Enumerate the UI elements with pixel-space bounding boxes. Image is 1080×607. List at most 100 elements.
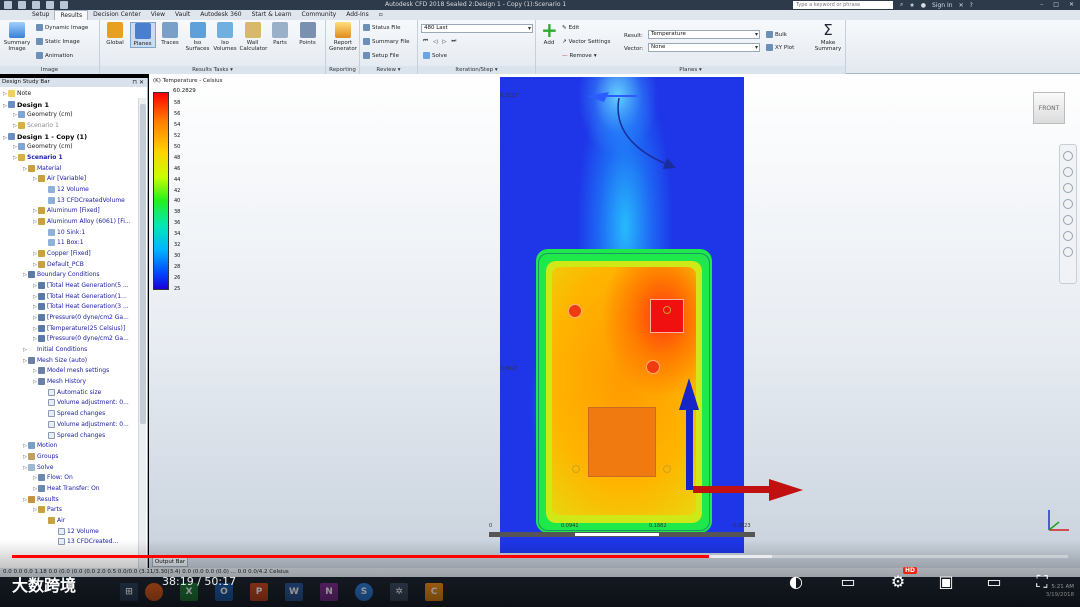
tab-results[interactable]: Results	[54, 10, 89, 20]
pan-icon[interactable]	[1063, 167, 1073, 177]
planes-group-label[interactable]: Planes ▾	[536, 66, 845, 74]
points-button[interactable]: Points	[295, 22, 321, 46]
tab-view[interactable]: View	[146, 10, 170, 20]
undo-icon[interactable]	[46, 1, 54, 9]
results-tasks-group-label[interactable]: Results Tasks ▾	[100, 66, 325, 74]
tree-item[interactable]: Spread changes	[0, 409, 138, 420]
iteration-step-select[interactable]: 480 Last	[421, 24, 533, 33]
dynamic-image-button[interactable]: Dynamic Image	[36, 23, 88, 32]
status-file-button[interactable]: Status File	[363, 23, 400, 32]
edit-plane-button[interactable]: ✎ Edit	[562, 23, 579, 32]
tree-item[interactable]: ▷ Copper [Fixed]	[0, 249, 138, 260]
tree-item[interactable]: ▷ Aluminum Alloy (6061) [Fi...	[0, 217, 138, 228]
sign-in-link[interactable]: Sign In	[932, 2, 953, 9]
taskbar-cfd-icon[interactable]: C	[425, 583, 443, 601]
taskbar-powerpoint-icon[interactable]: P	[250, 583, 268, 601]
tree-item[interactable]: ▷ Geometry (cm)	[0, 142, 138, 153]
tree-item[interactable]: ▷ Scenario 1	[0, 153, 138, 164]
animation-button[interactable]: Animation	[36, 51, 73, 60]
tree-item[interactable]: ▷ Solve	[0, 463, 138, 474]
next-step-icon[interactable]: ▷	[442, 39, 446, 45]
tree-item[interactable]: ▷ Flow: On	[0, 473, 138, 484]
tree-item[interactable]: Automatic size	[0, 388, 138, 399]
solve-button[interactable]: Solve	[423, 51, 447, 60]
tree-item[interactable]: Air	[0, 516, 138, 527]
first-step-icon[interactable]: ⏮	[423, 38, 428, 45]
static-image-button[interactable]: Static Image	[36, 37, 80, 46]
minimize-icon[interactable]: –	[1040, 1, 1043, 8]
iteration-step-group-label[interactable]: Iteration/Step ▾	[418, 66, 535, 74]
star-icon[interactable]: ★	[909, 2, 914, 9]
autoplay-toggle-icon[interactable]: ◐	[782, 570, 810, 594]
taskbar-word-icon[interactable]: W	[285, 583, 303, 601]
tree-item[interactable]: Volume adjustment: 0...	[0, 420, 138, 431]
tree-scrollbar-thumb[interactable]	[140, 104, 146, 424]
tree-item[interactable]: ▷ Mesh History	[0, 377, 138, 388]
report-generator-button[interactable]: Report Generator	[329, 22, 357, 52]
add-plane-button[interactable]: + Add	[538, 20, 560, 46]
exchange-icon[interactable]: ✕	[959, 2, 964, 9]
tree-item[interactable]: 12 Volume	[0, 527, 138, 538]
iso-surfaces-button[interactable]: Iso Surfaces	[185, 22, 211, 52]
traces-button[interactable]: Traces	[157, 22, 183, 46]
theater-mode-icon[interactable]: ▭	[980, 570, 1008, 594]
tree-item[interactable]: ▷ Design 1	[0, 100, 138, 111]
taskbar-firefox-icon[interactable]	[145, 583, 163, 601]
tree-item[interactable]: ▷ Material	[0, 164, 138, 175]
tree-item[interactable]: 13 CFDCreatedVolume	[0, 196, 138, 207]
pin-close-icons[interactable]: ⊓ ✕	[132, 78, 144, 87]
close-icon[interactable]: ✕	[1069, 1, 1074, 8]
ribbon-minimize-icon[interactable]: ▫	[374, 10, 388, 20]
summary-image-button[interactable]: Summary Image	[3, 22, 31, 52]
fullscreen-icon[interactable]: ⛶	[1028, 570, 1056, 594]
graphics-viewport[interactable]: (K) Temperature - Celsius 60.2829 58 56 54…	[149, 74, 1080, 568]
vector-select[interactable]: None	[648, 43, 760, 52]
tree-item[interactable]: ▷ Boundary Conditions	[0, 270, 138, 281]
view-cube[interactable]: FRONT	[1033, 92, 1065, 124]
tab-community[interactable]: Community	[297, 10, 342, 20]
tree-scrollbar[interactable]	[138, 98, 146, 568]
prev-step-icon[interactable]: ◁	[433, 39, 437, 45]
tree-item[interactable]: ▷ [Pressure(0 dyne/cm2 Ga...	[0, 313, 138, 324]
result-select[interactable]: Temperature	[648, 30, 760, 39]
last-step-icon[interactable]: ⏭	[451, 38, 456, 45]
tab-autodesk-360[interactable]: Autodesk 360	[195, 10, 246, 20]
taskbar-skype-icon[interactable]: S	[355, 583, 373, 601]
iso-volumes-button[interactable]: Iso Volumes	[212, 22, 238, 52]
tree-item[interactable]: ▷ Parts	[0, 505, 138, 516]
taskbar-start-icon[interactable]: ⊞	[120, 583, 138, 601]
tree-item[interactable]: ▷ Geometry (cm)	[0, 110, 138, 121]
tree-item[interactable]: ▷ Aluminum [Fixed]	[0, 206, 138, 217]
tree-item[interactable]: ▷ Motion	[0, 441, 138, 452]
global-button[interactable]: Global	[102, 22, 128, 46]
tree-item[interactable]: 11 Box:1	[0, 238, 138, 249]
tree-item[interactable]: ▷ Air [Variable]	[0, 174, 138, 185]
steering-wheel-icon[interactable]	[1063, 151, 1073, 161]
tree-item[interactable]: 12 Volume	[0, 185, 138, 196]
help-search-input[interactable]: Type a keyword or phrase	[793, 1, 893, 9]
tree-item[interactable]: Spread changes	[0, 431, 138, 442]
review-group-label[interactable]: Review ▾	[360, 66, 417, 74]
tree-item[interactable]: ▷ Mesh Size (auto)	[0, 356, 138, 367]
vector-settings-button[interactable]: ↗ Vector Settings	[562, 37, 610, 46]
fit-all-icon[interactable]	[1063, 231, 1073, 241]
remove-plane-button[interactable]: — Remove ▾	[562, 51, 597, 60]
tree-item[interactable]: ▷ Groups	[0, 452, 138, 463]
tree-item[interactable]: Volume adjustment: 0...	[0, 398, 138, 409]
new-icon[interactable]	[4, 1, 12, 9]
miniplayer-icon[interactable]: ▣	[932, 570, 960, 594]
video-progress-bar[interactable]	[12, 555, 1068, 558]
open-icon[interactable]	[18, 1, 26, 9]
output-bar-button[interactable]: Output Bar	[152, 557, 188, 567]
summary-file-button[interactable]: Summary File	[363, 37, 410, 46]
tab-start-learn[interactable]: Start & Learn	[247, 10, 297, 20]
tree-item[interactable]: ▷ Scenario 1	[0, 121, 138, 132]
save-icon[interactable]	[32, 1, 40, 9]
tree-item[interactable]: ▷ Initial Conditions	[0, 345, 138, 356]
tree-item[interactable]: ▷ Model mesh settings	[0, 366, 138, 377]
tree-item[interactable]: ▷ Results	[0, 495, 138, 506]
tree-item[interactable]: 10 Sink:1	[0, 228, 138, 239]
tab-add-ins[interactable]: Add-Ins	[341, 10, 373, 20]
taskbar-settings-icon[interactable]: ✲	[390, 583, 408, 601]
orbit-icon[interactable]	[1063, 199, 1073, 209]
